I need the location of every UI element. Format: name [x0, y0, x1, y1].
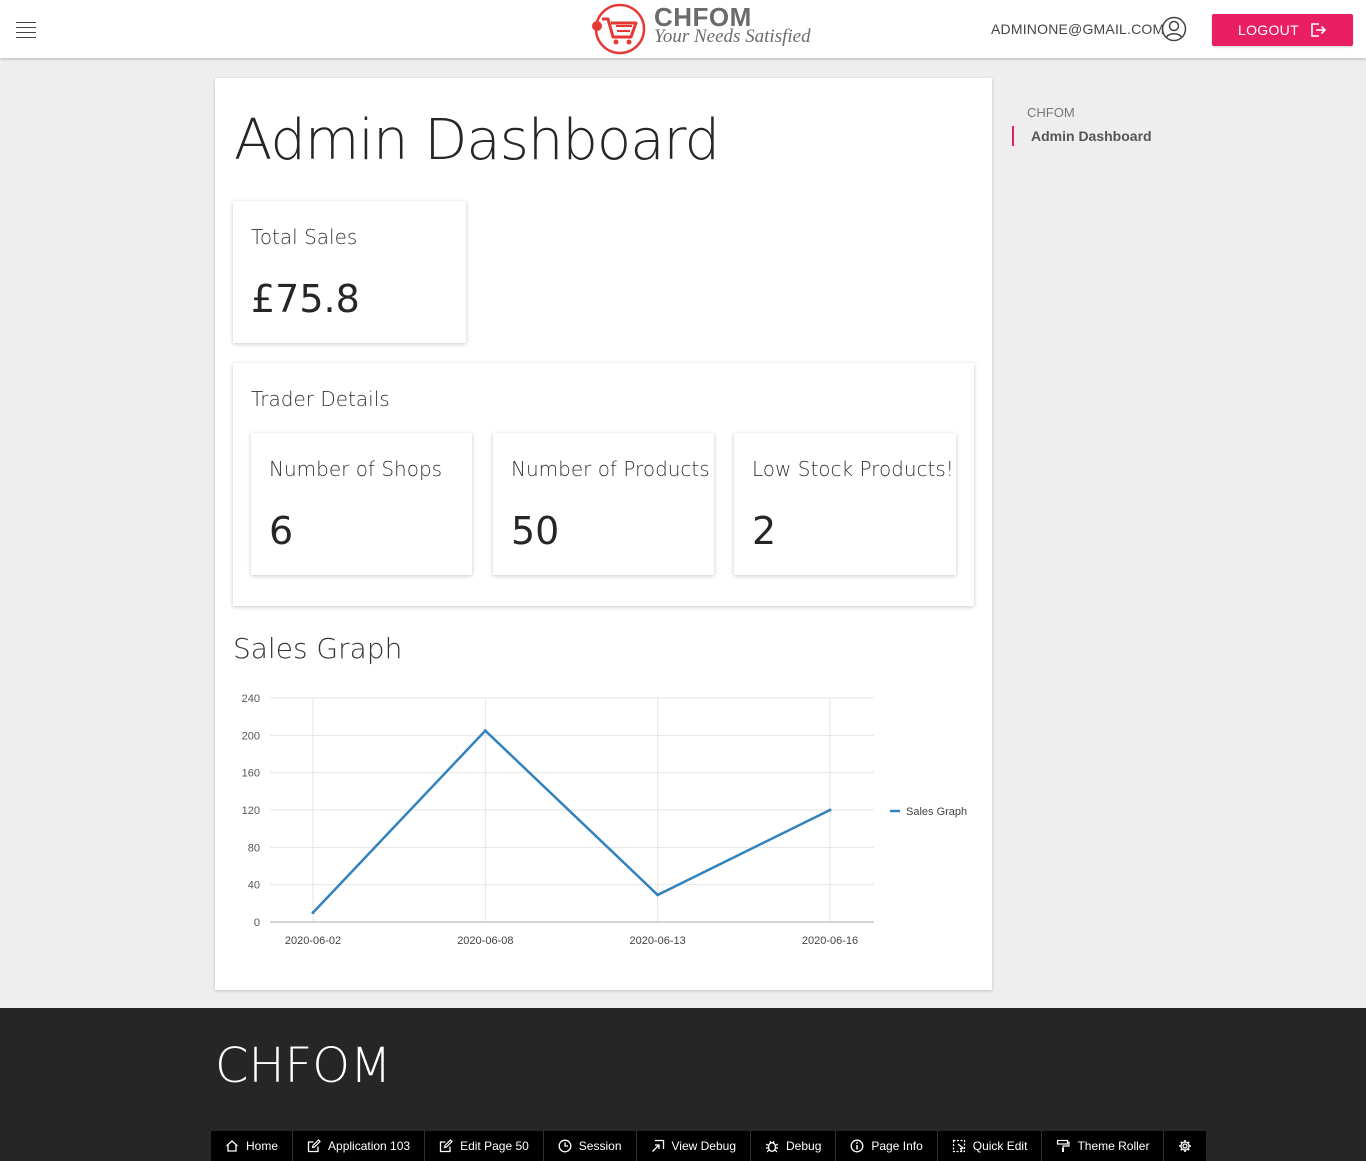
dev-toolbar-home[interactable]: Home	[211, 1131, 294, 1161]
developer-toolbar: Home Application 103 Edit Page 50 Sessio…	[211, 1131, 1207, 1161]
total-sales-label: Total Sales	[251, 225, 358, 249]
y-tick-label: 40	[248, 880, 260, 892]
trader-details-region: Trader Details Number of Shops 6 Number …	[233, 363, 974, 606]
y-tick-label: 240	[242, 693, 260, 705]
dev-toolbar-label: Theme Roller	[1077, 1139, 1150, 1153]
logo[interactable]: CHFOM Your Needs Satisfied	[588, 2, 811, 56]
dev-toolbar-settings[interactable]	[1164, 1131, 1206, 1161]
x-tick-label: 2020-06-13	[630, 935, 686, 947]
breadcrumb-parent[interactable]: CHFOM	[1027, 105, 1152, 120]
dev-toolbar-view-debug[interactable]: View Debug	[637, 1131, 751, 1161]
dev-toolbar-label: Page Info	[871, 1139, 923, 1153]
data-point	[656, 893, 660, 897]
dev-toolbar-label: View Debug	[671, 1139, 737, 1153]
page-title: Admin Dashboard	[234, 108, 720, 173]
number-of-shops-card: Number of Shops 6	[251, 433, 472, 575]
sales-graph-title: Sales Graph	[233, 632, 403, 665]
home-icon	[226, 1140, 238, 1152]
dev-toolbar-quick-edit[interactable]: Quick Edit	[938, 1131, 1043, 1161]
y-tick-label: 160	[242, 768, 260, 780]
number-of-products-value: 50	[511, 509, 560, 553]
dev-toolbar-session[interactable]: Session	[544, 1131, 637, 1161]
sales-line-chart: 0 40 80 120 160 200 240 2020-06-02 2020-06-08 202…	[242, 693, 968, 947]
logout-icon	[1311, 23, 1327, 37]
number-of-shops-value: 6	[269, 509, 294, 553]
number-of-products-label: Number of Products	[511, 457, 710, 481]
breadcrumb: CHFOM Admin Dashboard	[1012, 105, 1152, 146]
dev-toolbar-label: Edit Page 50	[460, 1139, 529, 1153]
low-stock-products-card: Low Stock Products! 2	[734, 433, 956, 575]
logout-button[interactable]: LOGOUT	[1212, 14, 1353, 46]
series-line-sales-graph	[312, 728, 831, 914]
footer-title: CHFOM	[215, 1038, 392, 1094]
quick-edit-icon	[952, 1139, 965, 1153]
breadcrumb-current: Admin Dashboard	[1012, 126, 1152, 146]
low-stock-products-label: Low Stock Products!	[752, 457, 954, 481]
total-sales-card: Total Sales £75.8	[233, 201, 466, 343]
y-tick-label: 200	[242, 730, 260, 742]
edit-icon	[307, 1139, 321, 1153]
x-tick-label: 2020-06-16	[802, 935, 858, 947]
view-debug-icon	[651, 1139, 664, 1152]
edit-icon	[439, 1139, 453, 1153]
clock-icon	[558, 1139, 572, 1153]
dev-toolbar-edit-page[interactable]: Edit Page 50	[425, 1131, 544, 1161]
dev-toolbar-debug[interactable]: Debug	[751, 1131, 837, 1161]
data-point	[828, 808, 832, 812]
logout-label: LOGOUT	[1238, 22, 1299, 38]
y-tick-label: 80	[248, 842, 260, 854]
number-of-shops-label: Number of Shops	[269, 457, 443, 481]
legend-label: Sales Graph	[906, 806, 967, 818]
data-point	[311, 911, 315, 915]
trader-details-title: Trader Details	[251, 387, 390, 411]
dev-toolbar-label: Session	[578, 1139, 622, 1153]
x-tick-label: 2020-06-02	[285, 935, 341, 947]
paint-roller-icon	[1057, 1139, 1071, 1152]
low-stock-products-value: 2	[752, 509, 777, 553]
info-icon	[850, 1139, 864, 1153]
dev-toolbar-label: Application 103	[328, 1139, 411, 1153]
footer: CHFOM Home Application 103 Edit Page 50 …	[0, 1008, 1366, 1161]
y-tick-label: 120	[242, 805, 260, 817]
dev-toolbar-label: Home	[246, 1139, 279, 1153]
top-header: CHFOM Your Needs Satisfied ADMINONE@GMAI…	[0, 0, 1366, 58]
dev-toolbar-page-info[interactable]: Page Info	[836, 1131, 938, 1161]
dev-toolbar-theme-roller[interactable]: Theme Roller	[1042, 1131, 1165, 1161]
gear-icon	[1179, 1140, 1192, 1152]
data-point	[483, 729, 487, 733]
logo-tagline: Your Needs Satisfied	[654, 26, 811, 47]
y-tick-label: 0	[254, 917, 260, 929]
hamburger-menu-icon[interactable]	[14, 18, 38, 40]
user-email[interactable]: ADMINONE@GMAIL.COM	[991, 21, 1164, 37]
x-tick-label: 2020-06-08	[457, 935, 513, 947]
dev-toolbar-label: Debug	[786, 1139, 822, 1153]
number-of-products-card: Number of Products 50	[493, 433, 714, 575]
dev-toolbar-application[interactable]: Application 103	[293, 1131, 426, 1161]
bug-icon	[765, 1140, 779, 1153]
user-avatar-icon[interactable]	[1161, 16, 1187, 42]
shopping-cart-logo-icon	[592, 3, 646, 55]
dev-toolbar-label: Quick Edit	[972, 1139, 1028, 1153]
total-sales-value: £75.8	[251, 277, 360, 321]
dashboard-card: Admin Dashboard Total Sales £75.8 Trader…	[215, 78, 992, 990]
